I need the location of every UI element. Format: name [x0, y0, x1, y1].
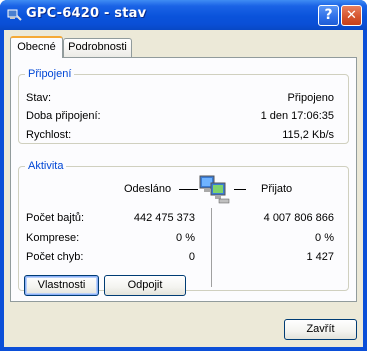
close-button[interactable]: Zavřít — [284, 319, 357, 340]
window-title: GPC-6420 - stav — [26, 6, 147, 21]
activity-group: Aktivita — [18, 160, 349, 291]
errors-label: Počet chyb: — [26, 251, 84, 263]
status-label: Stav: — [26, 92, 52, 104]
tab-details[interactable]: Podrobnosti — [63, 38, 132, 57]
title-bar[interactable]: GPC-6420 - stav ? ✕ — [0, 0, 367, 30]
tab-panel-general: Připojení Stav: Připojeno Doba připojení… — [10, 57, 357, 302]
dialog-client: Obecné Podrobnosti Připojení Stav: Připo… — [4, 30, 363, 347]
compression-label: Komprese: — [26, 232, 80, 244]
compression-received: 0 % — [315, 232, 334, 244]
compression-sent: 0 % — [176, 232, 195, 244]
speed-value: 115,2 Kb/s — [282, 129, 334, 141]
duration-label: Doba připojení: — [26, 110, 101, 122]
properties-button[interactable]: Vlastnosti — [24, 275, 99, 296]
received-connector-line — [234, 189, 246, 190]
sent-connector-line — [179, 189, 198, 190]
bytes-sent: 442 475 373 — [133, 212, 195, 224]
dialog-window: GPC-6420 - stav ? ✕ Obecné Podrobnosti P… — [0, 0, 367, 351]
tab-general[interactable]: Obecné — [10, 36, 63, 58]
activity-divider — [211, 208, 212, 287]
network-connection-icon — [6, 7, 22, 23]
received-header: Přijato — [261, 183, 293, 195]
activity-legend: Aktivita — [28, 160, 64, 172]
errors-sent: 0 — [188, 251, 195, 263]
speed-label: Rychlost: — [26, 129, 72, 141]
sent-header: Odesláno — [124, 183, 172, 195]
errors-received: 1 427 — [306, 251, 334, 263]
bytes-label: Počet bajtů: — [26, 212, 85, 224]
bytes-received: 4 007 806 866 — [263, 212, 334, 224]
duration-value: 1 den 17:06:35 — [260, 110, 334, 122]
connection-legend: Připojení — [28, 68, 72, 80]
help-button[interactable]: ? — [318, 5, 339, 26]
network-computers-icon — [199, 173, 233, 205]
close-icon[interactable]: ✕ — [341, 5, 362, 26]
status-value: Připojeno — [287, 92, 334, 104]
disconnect-button[interactable]: Odpojit — [104, 275, 186, 296]
